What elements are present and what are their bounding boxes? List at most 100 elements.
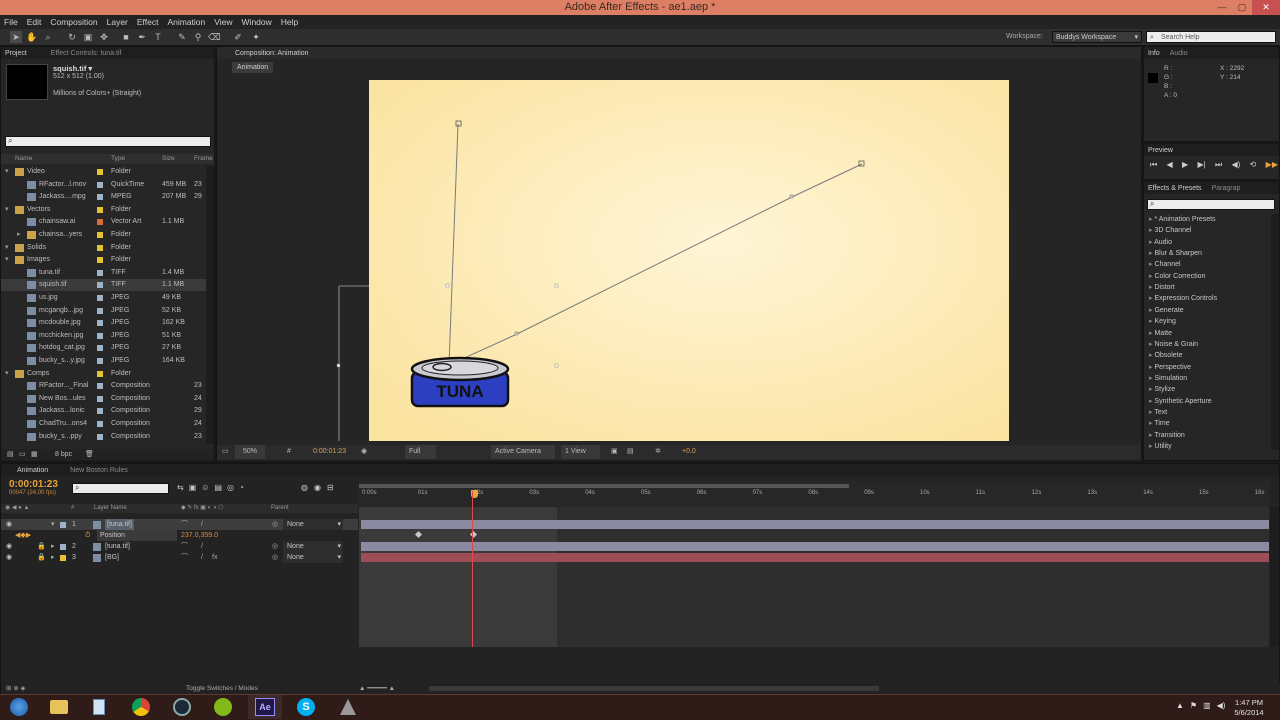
label-color-swatch[interactable] — [97, 332, 103, 339]
quality-switch-icon[interactable]: / — [201, 541, 203, 552]
minimize-icon[interactable]: — — [1212, 0, 1232, 15]
effect-category[interactable]: ▸ Expression Controls — [1144, 293, 1274, 304]
zoom-slider-icon[interactable]: ▲ ━━━━━ ▲ — [359, 683, 395, 694]
file-explorer-icon[interactable] — [42, 695, 76, 719]
project-item[interactable]: bucky_s...ppy Composition 23 — [1, 431, 207, 443]
loop-icon[interactable]: ⟲ — [1250, 160, 1257, 170]
effect-category[interactable]: ▸ Audio — [1144, 237, 1274, 248]
label-color-swatch[interactable] — [97, 408, 103, 415]
first-frame-icon[interactable]: ⏮ — [1150, 160, 1157, 170]
view-layout-select[interactable]: 1 View — [561, 445, 600, 459]
tab-info[interactable]: Info — [1148, 50, 1160, 57]
zoom-tool-icon[interactable]: ⌕ — [42, 31, 54, 43]
project-item[interactable]: Jackass....mpg MPEG 207 MB 29 — [1, 191, 207, 203]
project-item[interactable]: ▾ Solids Folder — [1, 242, 207, 254]
effect-category[interactable]: ▸ Keying — [1144, 316, 1274, 327]
lock-icon[interactable]: 🔒 — [37, 552, 46, 563]
parent-select[interactable]: None ▾ — [283, 552, 343, 563]
project-item[interactable]: ▾ Video Folder — [1, 166, 207, 178]
layer-name[interactable]: [BG] — [105, 552, 119, 563]
label-color-swatch[interactable] — [97, 395, 103, 402]
quality-switch-icon[interactable]: / — [201, 519, 203, 530]
reset-exposure-icon[interactable]: ✲ — [655, 445, 661, 459]
keyframe-nav-icon[interactable]: ◀◆▶ — [15, 530, 31, 541]
chevron-down-icon[interactable]: ▾ — [51, 519, 55, 530]
clone-stamp-tool-icon[interactable]: ⚲ — [192, 31, 204, 43]
network-icon[interactable]: ▥ — [1203, 701, 1211, 710]
shy-switch-icon[interactable]: ⌒ — [181, 519, 188, 530]
effect-category[interactable]: ▸ Perspective — [1144, 362, 1274, 373]
tab-effect-controls[interactable]: Effect Controls: tuna.tif — [51, 50, 122, 57]
effect-category[interactable]: ▸ Distort — [1144, 282, 1274, 293]
flag-icon[interactable]: ⚑ — [1190, 701, 1197, 710]
eraser-tool-icon[interactable]: ⌫ — [208, 31, 221, 43]
effect-category[interactable]: ▸ Synthetic Aperture — [1144, 396, 1274, 407]
label-color-swatch[interactable] — [97, 206, 103, 213]
layer-duration-bar[interactable] — [361, 520, 1269, 529]
chevron-down-icon[interactable]: ▾ — [5, 254, 9, 266]
project-item[interactable]: hotdog_cat.jpg JPEG 27 KB — [1, 342, 207, 354]
timeline-scrollbar[interactable] — [1270, 507, 1279, 647]
menu-effect[interactable]: Effect — [137, 17, 159, 27]
brush-tool-icon[interactable]: ✎ — [176, 31, 188, 43]
pick-whip-icon[interactable]: ◎ — [272, 541, 278, 552]
effect-category[interactable]: ▸ Obsolete — [1144, 350, 1274, 361]
menu-edit[interactable]: Edit — [27, 17, 42, 27]
menu-composition[interactable]: Composition — [50, 17, 97, 27]
layer-row[interactable]: ◉ 🔒 ▸ 2 [tuna.tif] ⌒ / ◎ None ▾ — [1, 541, 358, 552]
effect-category[interactable]: ▸ Text — [1144, 407, 1274, 418]
recycle-app-icon[interactable] — [331, 695, 365, 719]
chrome-icon[interactable] — [124, 695, 158, 719]
layer-duration-bar[interactable] — [361, 553, 1269, 562]
project-item[interactable]: RFactor...l.mov QuickTime 459 MB 23 — [1, 179, 207, 191]
project-item[interactable]: ▾ Images Folder — [1, 254, 207, 266]
layer-handle[interactable] — [554, 363, 559, 368]
label-color-swatch[interactable] — [97, 244, 103, 251]
label-color-swatch[interactable] — [97, 295, 103, 301]
grid-icon[interactable]: # — [287, 445, 291, 459]
effect-category[interactable]: ▸ Blur & Sharpen — [1144, 248, 1274, 259]
parent-select[interactable]: None ▾ — [283, 519, 343, 530]
trash-icon[interactable]: 🗑 — [85, 449, 94, 461]
layer-name[interactable]: [tuna.tif] — [105, 519, 134, 530]
maximize-icon[interactable]: ▢ — [1232, 0, 1252, 15]
chevron-down-icon[interactable]: ▾ — [5, 242, 9, 254]
layer-name[interactable]: [tuna.tif] — [105, 541, 130, 552]
effect-category[interactable]: ▸ Transition — [1144, 430, 1274, 441]
fx-switch-icon[interactable]: fx — [212, 552, 217, 563]
effect-category[interactable]: ▸ Stylize — [1144, 384, 1274, 395]
chevron-down-icon[interactable]: ▾ — [5, 204, 9, 216]
camera-select[interactable]: Active Camera — [491, 445, 555, 459]
project-item[interactable]: chainsaw.ai Vector Art 1.1 MB — [1, 216, 207, 228]
menu-file[interactable]: File — [4, 17, 18, 27]
comp-timecode[interactable]: 0:00:01:23 — [313, 445, 346, 459]
project-item[interactable]: ▸ chainsa...yers Folder — [1, 229, 207, 241]
always-preview-icon[interactable]: ▭ — [222, 445, 229, 459]
parent-select[interactable]: None ▾ — [283, 541, 343, 552]
tab-project[interactable]: Project — [5, 50, 27, 57]
project-item[interactable]: Jackass...lonic Composition 29 — [1, 405, 207, 417]
hand-tool-icon[interactable]: ✋ — [26, 31, 38, 43]
ram-preview-icon[interactable]: ▶▶ — [1266, 160, 1278, 170]
project-item[interactable]: mcgangb...jpg JPEG 52 KB — [1, 305, 207, 317]
spotify-icon[interactable] — [206, 695, 240, 719]
chevron-down-icon[interactable]: ▾ — [5, 368, 9, 380]
tuna-can-image[interactable]: TUNA — [410, 356, 510, 408]
project-item[interactable]: mcchicken.jpg JPEG 51 KB — [1, 330, 207, 342]
project-item[interactable]: us.jpg JPEG 49 KB — [1, 292, 207, 304]
interpret-footage-icon[interactable]: ▤ — [7, 449, 14, 461]
next-frame-icon[interactable]: ▶| — [1197, 160, 1205, 170]
project-item[interactable]: RFactor..._Final Composition 23 — [1, 380, 207, 392]
label-color-swatch[interactable] — [97, 269, 103, 276]
project-item[interactable]: squish.tif TIFF 1.1 MB — [1, 279, 207, 292]
label-color-swatch[interactable] — [97, 358, 103, 364]
menu-view[interactable]: View — [214, 17, 232, 27]
menu-window[interactable]: Window — [242, 17, 272, 27]
project-item[interactable]: mcdouble.jpg JPEG 162 KB — [1, 317, 207, 329]
previous-frame-icon[interactable]: ◀ — [1167, 160, 1173, 170]
pick-whip-icon[interactable]: ◎ — [272, 519, 278, 530]
label-color-swatch[interactable] — [97, 169, 103, 175]
expand-panes-icon[interactable]: ⊞ ⊕ ◈ — [6, 683, 26, 694]
label-color-swatch[interactable] — [97, 421, 103, 427]
effect-category[interactable]: ▸ Noise & Grain — [1144, 339, 1274, 350]
